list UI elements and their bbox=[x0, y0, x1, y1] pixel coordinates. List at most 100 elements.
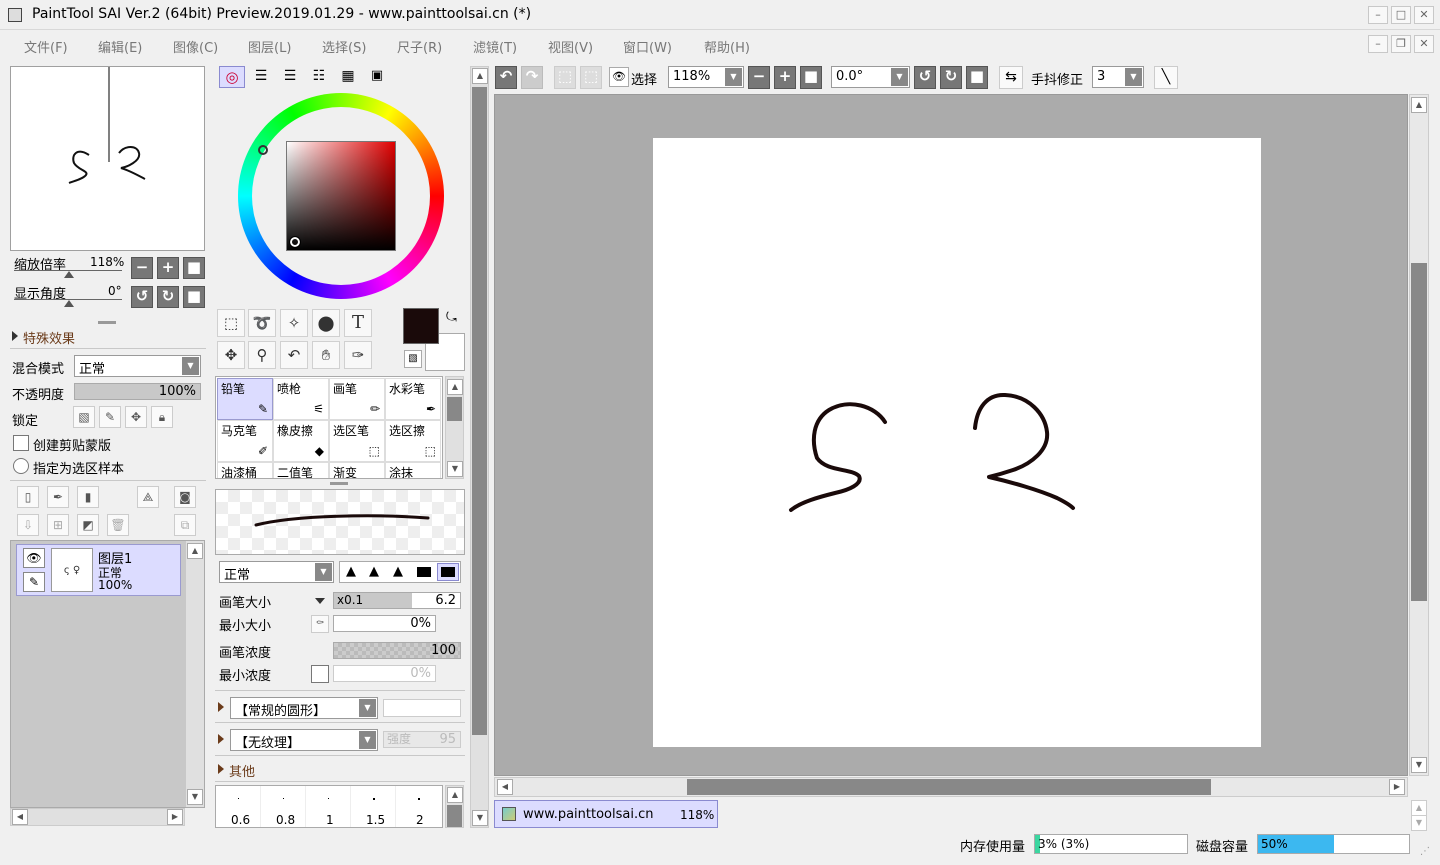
shape-expand-icon[interactable] bbox=[218, 702, 224, 712]
move-tool[interactable]: ✥ bbox=[217, 341, 245, 369]
scroll-down-icon[interactable]: ▼ bbox=[1411, 757, 1427, 773]
zoom-select[interactable]: 118% ▼ bbox=[668, 66, 744, 88]
redo-button[interactable]: ↷ bbox=[521, 66, 543, 89]
lock-transparency-icon[interactable]: ▧ bbox=[73, 406, 95, 428]
transparent-color-icon[interactable]: ▧ bbox=[404, 350, 422, 368]
toolbar-zoom-reset-button[interactable]: ■ bbox=[800, 66, 822, 89]
shape-round-icon[interactable]: ▲ bbox=[369, 564, 379, 579]
texture-select[interactable]: 【无纹理】 ▼ bbox=[230, 729, 378, 751]
scroll-up-icon[interactable]: ▲ bbox=[447, 379, 463, 395]
saturation-value-square[interactable] bbox=[286, 141, 396, 251]
menu-edit[interactable]: 编辑(E) bbox=[98, 37, 142, 56]
rect-select-tool[interactable]: ⬚ bbox=[217, 309, 245, 337]
blend-mode-select[interactable]: 正常 ▼ bbox=[74, 355, 201, 377]
scroll-left-icon[interactable]: ◀ bbox=[12, 809, 28, 825]
min-size-slider[interactable]: 0% bbox=[333, 615, 436, 632]
size-preset[interactable]: 0.8 bbox=[261, 786, 306, 827]
stabilizer-select[interactable]: 3 ▼ bbox=[1092, 66, 1144, 88]
min-density-slider[interactable]: 0% bbox=[333, 665, 436, 682]
straight-line-icon[interactable]: ╲ bbox=[1154, 66, 1178, 89]
navigator-preview[interactable] bbox=[10, 66, 205, 251]
lock-all-icon[interactable]: 🔒︎ bbox=[151, 406, 173, 428]
doc-close-icon[interactable]: ✕ bbox=[1414, 35, 1434, 53]
hsv-slider-tab[interactable]: ☰ bbox=[279, 66, 301, 88]
scroll-right-icon[interactable]: ▶ bbox=[167, 809, 183, 825]
size-preset[interactable]: 1 bbox=[306, 786, 351, 827]
zoom-reset-button[interactable]: ■ bbox=[183, 257, 205, 279]
scroll-left-icon[interactable]: ◀ bbox=[497, 779, 513, 795]
doc-restore-icon[interactable]: ❐ bbox=[1391, 35, 1411, 53]
canvas-vscrollbar[interactable]: ▲ ▼ bbox=[1409, 94, 1429, 776]
canvas-document[interactable] bbox=[653, 138, 1261, 747]
tab-scrollbar[interactable]: ▲ ▼ bbox=[1410, 800, 1430, 831]
scroll-down-icon[interactable]: ▼ bbox=[187, 789, 203, 805]
brush-brush[interactable]: 画笔 ✏ bbox=[329, 378, 385, 420]
zoom-out-button[interactable]: − bbox=[131, 257, 153, 279]
layer-effect-icon[interactable]: ⟁ bbox=[137, 486, 159, 508]
brush-eraser[interactable]: 橡皮擦 ◆ bbox=[273, 420, 329, 462]
mixer-tab[interactable]: ▦ bbox=[337, 66, 359, 88]
clip-mask-checkbox[interactable] bbox=[13, 435, 29, 451]
angle-select[interactable]: 0.0° ▼ bbox=[831, 66, 910, 88]
swap-colors-icon[interactable]: ⤿ bbox=[446, 310, 457, 325]
brush-airbrush[interactable]: 喷枪 ⚟ bbox=[273, 378, 329, 420]
lasso-tool[interactable]: ➰ bbox=[248, 309, 276, 337]
menu-image[interactable]: 图像(C) bbox=[173, 37, 218, 56]
lock-paint-icon[interactable]: ✎ bbox=[99, 406, 121, 428]
scroll-thumb[interactable] bbox=[472, 87, 487, 735]
effects-label[interactable]: 特殊效果 bbox=[23, 328, 75, 347]
brush-blend-select[interactable]: 正常 ▼ bbox=[219, 561, 334, 583]
menu-window[interactable]: 窗口(W) bbox=[623, 37, 672, 56]
new-folder-icon[interactable]: ▮ bbox=[77, 486, 99, 508]
color-wheel-tab[interactable]: ◎ bbox=[219, 66, 245, 88]
menu-view[interactable]: 视图(V) bbox=[548, 37, 593, 56]
brush-select-pen[interactable]: 选区笔 ⬚ bbox=[329, 420, 385, 462]
size-preset[interactable]: 2 bbox=[396, 786, 441, 827]
scroll-down-icon[interactable]: ▼ bbox=[472, 810, 488, 826]
shape-soft-icon[interactable]: ▲ bbox=[393, 564, 403, 579]
menu-ruler[interactable]: 尺子(R) bbox=[397, 37, 442, 56]
brush-size-slider[interactable]: x0.1 6.2 bbox=[333, 592, 461, 609]
scroll-down-icon[interactable]: ▼ bbox=[1411, 815, 1427, 831]
magic-wand-tool[interactable]: ✧ bbox=[280, 309, 308, 337]
size-preset[interactable]: 1.5 bbox=[351, 786, 396, 827]
hand-tool[interactable]: ✋︎ bbox=[312, 341, 340, 369]
resize-grip-icon[interactable]: ⋰ bbox=[1420, 846, 1430, 857]
minimize-icon[interactable]: – bbox=[1368, 6, 1388, 24]
scratchpad-tab[interactable]: ▣ bbox=[366, 66, 388, 88]
layer-mask-icon[interactable]: ◙ bbox=[174, 486, 196, 508]
sv-picker[interactable] bbox=[289, 236, 301, 248]
hue-picker[interactable] bbox=[258, 145, 268, 155]
rotate-left-button[interactable]: ↺ bbox=[131, 286, 153, 308]
presets-scrollbar[interactable]: ▲ bbox=[445, 785, 464, 828]
document-tab[interactable]: www.painttoolsai.cn 118% bbox=[494, 800, 718, 828]
text-tool[interactable]: T bbox=[344, 309, 372, 337]
maximize-icon[interactable]: □ bbox=[1391, 6, 1411, 24]
scroll-up-icon[interactable]: ▲ bbox=[447, 787, 463, 803]
shape-square-icon[interactable] bbox=[437, 563, 459, 581]
copy-layer-icon[interactable]: ⊞ bbox=[47, 514, 69, 536]
brush-marker[interactable]: 马克笔 ✐ bbox=[217, 420, 273, 462]
scroll-up-icon[interactable]: ▲ bbox=[187, 543, 203, 559]
rotate-right-button[interactable]: ↻ bbox=[157, 286, 179, 308]
shape-tool[interactable]: ⬤ bbox=[312, 309, 340, 337]
brush-bucket[interactable]: 油漆桶 bbox=[217, 462, 273, 478]
zoom-slider-thumb[interactable] bbox=[64, 271, 74, 278]
zoom-in-button[interactable]: + bbox=[157, 257, 179, 279]
scroll-thumb[interactable] bbox=[1411, 263, 1427, 601]
layer-hscrollbar[interactable]: ◀ ▶ bbox=[10, 808, 185, 826]
scroll-thumb[interactable] bbox=[687, 779, 1211, 795]
rotate-tool[interactable]: ↶ bbox=[280, 341, 308, 369]
toolbar-zoom-in-button[interactable]: + bbox=[774, 66, 796, 89]
canvas-hscrollbar[interactable]: ◀ ▶ bbox=[494, 777, 1408, 797]
angle-value[interactable]: 0° bbox=[108, 284, 122, 298]
brush-select-eraser[interactable]: 选区擦 ⬚ bbox=[385, 420, 441, 462]
scroll-up-icon[interactable]: ▲ bbox=[1411, 97, 1427, 113]
layer-list[interactable]: 👁︎ ✎ ς ♀︎ 图层1 正常 100% ▲ ▼ bbox=[10, 540, 205, 808]
other-label[interactable]: 其他 bbox=[229, 761, 255, 780]
brush-gradient[interactable]: 渐变 bbox=[329, 462, 385, 478]
primary-color-swatch[interactable] bbox=[403, 308, 439, 344]
new-linework-layer-icon[interactable]: ✒ bbox=[47, 486, 69, 508]
invert-select-button[interactable]: ⬚ bbox=[580, 66, 602, 89]
transfer-layer-icon[interactable]: ⧉ bbox=[174, 514, 196, 536]
